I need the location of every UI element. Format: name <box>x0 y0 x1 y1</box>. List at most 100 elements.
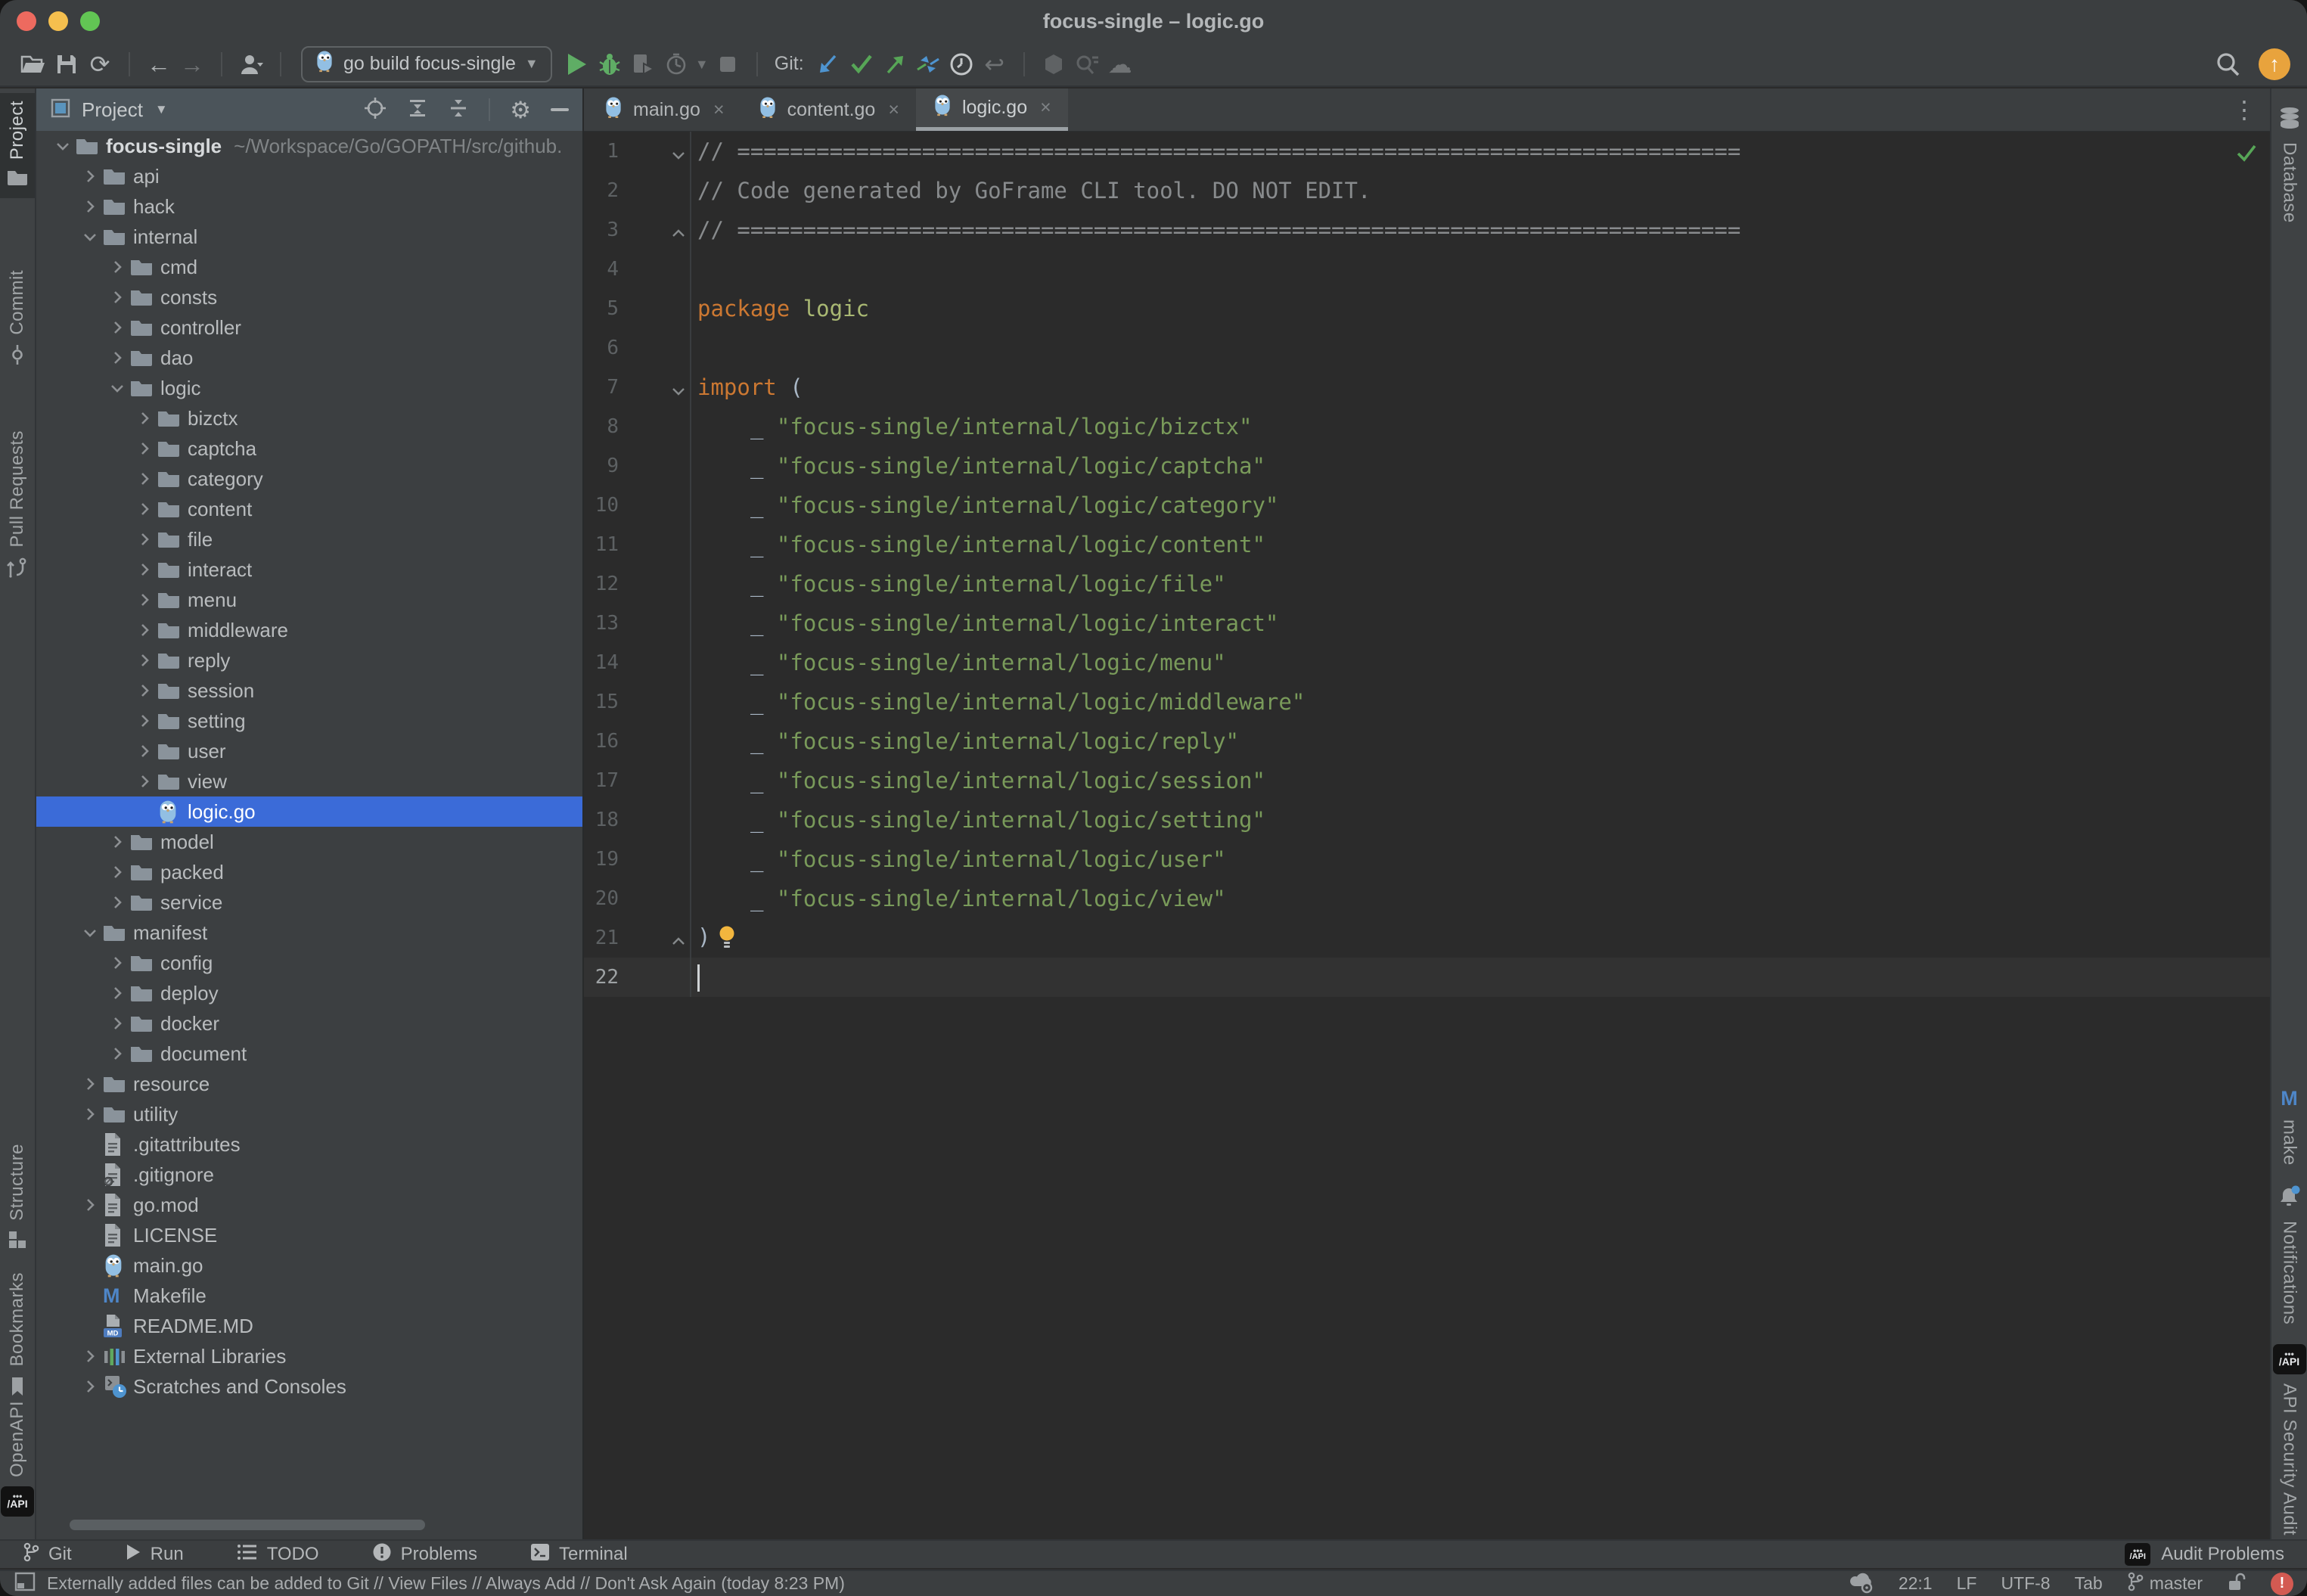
run-button[interactable] <box>560 48 593 81</box>
stop-icon[interactable] <box>711 48 744 81</box>
tree-item-interact[interactable]: interact <box>36 554 582 585</box>
tree-item-.gitattributes[interactable]: .gitattributes <box>36 1129 582 1160</box>
chevron-right-icon[interactable] <box>104 985 130 1001</box>
tree-item-session[interactable]: session <box>36 675 582 706</box>
tree-item-view[interactable]: view <box>36 766 582 796</box>
code-line-9[interactable]: 9_ "focus-single/internal/logic/captcha" <box>584 446 2270 486</box>
code-line-16[interactable]: 16_ "focus-single/internal/logic/reply" <box>584 722 2270 761</box>
indent-style[interactable]: Tab <box>2075 1573 2103 1594</box>
chevron-right-icon[interactable] <box>132 592 157 608</box>
tree-item-user[interactable]: user <box>36 736 582 766</box>
code-editor[interactable]: 1// ====================================… <box>584 132 2270 1539</box>
tree-item-config[interactable]: config <box>36 948 582 978</box>
tree-item-logic[interactable]: logic <box>36 373 582 403</box>
code-line-6[interactable]: 6 <box>584 328 2270 368</box>
layout-windows-icon[interactable] <box>14 1571 36 1596</box>
code-line-22[interactable]: 22 <box>584 958 2270 997</box>
code-line-10[interactable]: 10_ "focus-single/internal/logic/categor… <box>584 486 2270 525</box>
tree-item-middleware[interactable]: middleware <box>36 615 582 645</box>
chevron-right-icon[interactable] <box>104 1045 130 1062</box>
tree-item-dao[interactable]: dao <box>36 343 582 373</box>
chevron-right-icon[interactable] <box>132 470 157 487</box>
code-line-14[interactable]: 14_ "focus-single/internal/logic/menu" <box>584 643 2270 682</box>
tree-item-go.mod[interactable]: go.mod <box>36 1190 582 1220</box>
chevron-down-icon[interactable] <box>104 380 130 396</box>
code-line-12[interactable]: 12_ "focus-single/internal/logic/file" <box>584 564 2270 604</box>
tree-item-focus-single[interactable]: focus-single~/Workspace/Go/GOPATH/src/gi… <box>36 131 582 161</box>
code-line-11[interactable]: 11_ "focus-single/internal/logic/content… <box>584 525 2270 564</box>
tree-item-Scratches and Consoles[interactable]: Scratches and Consoles <box>36 1371 582 1402</box>
tool-strip-bookmarks[interactable]: Bookmarks <box>0 1265 35 1408</box>
undo-icon[interactable]: ↩ <box>978 48 1011 81</box>
code-line-8[interactable]: 8_ "focus-single/internal/logic/bizctx" <box>584 407 2270 446</box>
tree-item-External Libraries[interactable]: External Libraries <box>36 1341 582 1371</box>
chevron-down-icon[interactable]: ▼ <box>693 48 711 81</box>
chevron-right-icon[interactable] <box>77 1106 103 1122</box>
tree-item-category[interactable]: category <box>36 464 582 494</box>
chevron-right-icon[interactable] <box>104 259 130 275</box>
chevron-right-icon[interactable] <box>132 531 157 548</box>
chevron-right-icon[interactable] <box>132 773 157 790</box>
tree-item-file[interactable]: file <box>36 524 582 554</box>
code-line-2[interactable]: 2// Code generated by GoFrame CLI tool. … <box>584 171 2270 210</box>
tree-item-document[interactable]: document <box>36 1039 582 1069</box>
tree-item-consts[interactable]: consts <box>36 282 582 312</box>
code-line-18[interactable]: 18_ "focus-single/internal/logic/setting… <box>584 800 2270 840</box>
tree-item-logic.go[interactable]: logic.go <box>36 796 582 827</box>
chevron-right-icon[interactable] <box>77 1197 103 1213</box>
chevron-down-icon[interactable] <box>77 228 103 245</box>
chevron-down-icon[interactable]: ▼ <box>155 102 168 117</box>
line-ending[interactable]: LF <box>1957 1573 1977 1594</box>
run-with-coverage-icon[interactable] <box>626 48 660 81</box>
tree-item-resource[interactable]: resource <box>36 1069 582 1099</box>
tree-item-Makefile[interactable]: MMakefile <box>36 1281 582 1311</box>
chevron-right-icon[interactable] <box>77 1378 103 1395</box>
code-line-4[interactable]: 4 <box>584 250 2270 289</box>
locate-file-icon[interactable] <box>363 96 387 124</box>
open-folder-icon[interactable] <box>17 48 50 81</box>
more-tabs-icon[interactable]: ⋮ <box>2219 95 2270 124</box>
search-icon[interactable] <box>2212 48 2245 81</box>
tree-item-captcha[interactable]: captcha <box>36 433 582 464</box>
chevron-right-icon[interactable] <box>77 168 103 185</box>
tree-item-LICENSE[interactable]: LICENSE <box>36 1220 582 1250</box>
close-icon[interactable]: × <box>713 99 725 121</box>
tree-item-docker[interactable]: docker <box>36 1008 582 1039</box>
tree-item-bizctx[interactable]: bizctx <box>36 403 582 433</box>
cloud-settings-icon[interactable] <box>1849 1570 1874 1596</box>
sync-icon[interactable]: ⟳ <box>83 48 116 81</box>
chevron-down-icon[interactable] <box>77 924 103 941</box>
git-commit-check-icon[interactable] <box>845 48 878 81</box>
tool-window-button-git[interactable]: Git <box>23 1542 72 1568</box>
search-history-icon[interactable] <box>1070 48 1104 81</box>
status-message[interactable]: Externally added files can be added to G… <box>47 1573 845 1594</box>
hide-panel-icon[interactable] <box>551 108 569 111</box>
tool-strip-project[interactable]: Project <box>0 93 35 198</box>
code-line-19[interactable]: 19_ "focus-single/internal/logic/user" <box>584 840 2270 879</box>
chevron-right-icon[interactable] <box>104 289 130 306</box>
git-merge-arrows-icon[interactable] <box>911 48 945 81</box>
chevron-right-icon[interactable] <box>104 864 130 880</box>
tree-item-README.MD[interactable]: MDREADME.MD <box>36 1311 582 1341</box>
cloud-icon[interactable]: ☁ <box>1104 48 1137 81</box>
tool-strip-openapi[interactable]: OpenAPI•••/API <box>0 1393 35 1524</box>
tool-window-button-todo[interactable]: TODO <box>237 1543 319 1567</box>
caret-position[interactable]: 22:1 <box>1899 1573 1933 1594</box>
close-icon[interactable]: × <box>888 99 899 121</box>
run-configuration-select[interactable]: go build focus-single ▼ <box>301 46 552 82</box>
tree-item-service[interactable]: service <box>36 887 582 918</box>
save-icon[interactable] <box>50 48 83 81</box>
debug-button[interactable] <box>593 48 626 81</box>
tree-item-deploy[interactable]: deploy <box>36 978 582 1008</box>
shelf-icon[interactable] <box>1037 48 1070 81</box>
git-branch-widget[interactable]: master <box>2127 1571 2203 1596</box>
chevron-right-icon[interactable] <box>104 894 130 911</box>
chevron-right-icon[interactable] <box>104 319 130 336</box>
code-line-7[interactable]: 7import ( <box>584 368 2270 407</box>
horizontal-scrollbar[interactable] <box>70 1520 425 1530</box>
tool-strip-commit[interactable]: Commit <box>0 262 35 377</box>
chevron-right-icon[interactable] <box>132 501 157 517</box>
close-icon[interactable]: × <box>1040 97 1051 119</box>
editor-tab-logic.go[interactable]: logic.go× <box>916 88 1068 131</box>
profiler-icon[interactable] <box>660 48 693 81</box>
